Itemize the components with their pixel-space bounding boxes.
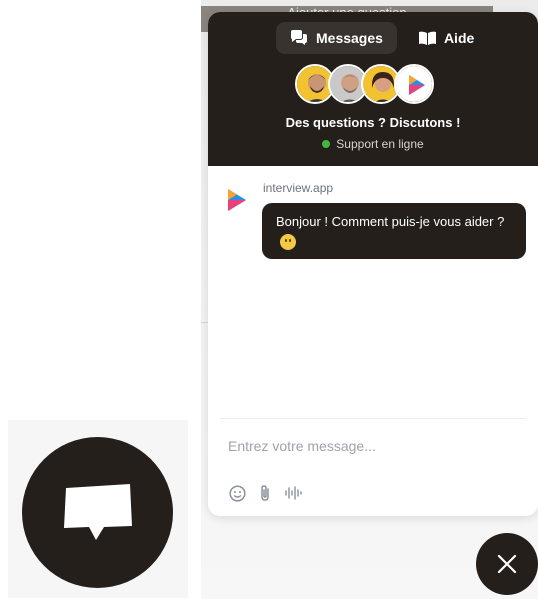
smiling-face-emoji-icon (280, 234, 296, 250)
voice-icon[interactable] (284, 484, 302, 502)
online-status-dot (322, 140, 331, 148)
message-text: Bonjour ! Comment puis-je vous aider ? (276, 214, 505, 229)
header-tabs: Messages Aide (276, 22, 488, 54)
tab-help[interactable]: Aide (405, 22, 488, 54)
team-avatars (295, 64, 434, 106)
header-title: Des questions ? Discutons ! (285, 115, 461, 130)
message-bubble: Bonjour ! Comment puis-je vous aider ? (262, 203, 526, 259)
speech-bubble-icon (63, 483, 132, 540)
screen: Ajouter une question Messages (0, 0, 538, 599)
book-icon (418, 31, 436, 45)
composer-divider (220, 418, 526, 419)
emoji-icon[interactable] (228, 484, 246, 502)
tab-messages-label: Messages (316, 30, 383, 46)
attachment-icon[interactable] (256, 484, 274, 502)
chat-header: Messages Aide Des questions ? Discutons … (208, 12, 538, 166)
chat-widget: Messages Aide Des questions ? Discutons … (208, 12, 538, 516)
composer-tools (228, 484, 302, 502)
support-status: Support en ligne (208, 137, 538, 151)
sender-logo-icon (226, 188, 248, 212)
tab-help-label: Aide (443, 30, 475, 46)
close-chat-button[interactable] (476, 533, 538, 595)
message-input[interactable] (228, 434, 518, 458)
message-sender: interview.app (263, 181, 334, 195)
support-status-label: Support en ligne (336, 137, 424, 151)
chat-bubbles-icon (291, 30, 307, 45)
close-icon (497, 554, 517, 574)
brand-logo-avatar (394, 64, 434, 104)
chat-launcher-button[interactable] (22, 437, 173, 588)
tab-messages[interactable]: Messages (276, 22, 397, 54)
